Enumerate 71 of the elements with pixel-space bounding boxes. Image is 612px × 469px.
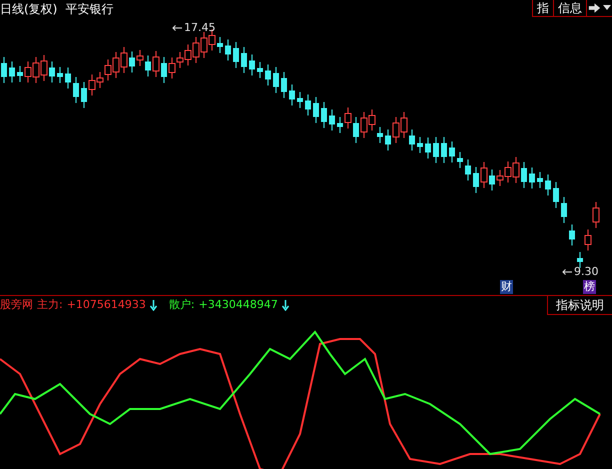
candlestick [417,136,423,154]
candlestick [281,72,287,98]
chart-period: 日线(复权) [0,1,58,18]
candlestick [73,76,79,104]
candlestick [449,141,455,163]
candlestick [65,67,71,89]
candlestick [457,152,463,168]
series-label: 散户: [168,296,195,313]
candlestick [249,54,255,76]
candlestick [480,162,488,188]
candlestick [241,46,247,74]
candlestick [385,129,391,151]
candlestick [225,39,231,61]
indicator-name: 股旁网 [0,296,33,313]
candlestick [489,169,495,191]
arrow-down-icon [150,300,157,310]
info-badge[interactable]: 榜 [583,280,596,294]
candlestick [313,96,319,124]
arrow-down-icon [282,300,289,310]
candlestick [81,82,87,108]
candlestick [329,109,335,131]
candlestick [57,66,63,84]
high-price-label: 17.45 [184,20,216,36]
candlestick [473,166,479,194]
pointer-arrow-icon [172,25,182,32]
candlestick [297,92,303,108]
pointer-arrow-icon [562,269,572,276]
candlestick [289,84,295,106]
candlestick [273,66,279,94]
info-badge[interactable]: 财 [500,280,513,294]
candlestick [425,137,431,159]
candlestick [257,62,263,78]
candlestick [465,159,471,181]
series-label: 主力: [37,296,63,313]
candlestick [553,182,559,208]
candlestick [136,50,144,66]
candlestick [537,172,543,188]
candlestick [521,162,527,188]
toolbar-tab[interactable]: 指 [532,0,553,16]
candlestick [265,64,271,86]
candlestick [217,36,223,54]
candlestick [545,174,551,196]
candlestick [49,61,55,83]
candlestick [529,167,535,189]
candlestick [561,196,567,224]
candlestick [1,56,7,84]
candlestick [145,55,151,77]
candlestick [577,252,583,268]
candlestick [569,224,575,246]
candlestick [337,116,343,134]
candlestick [161,56,167,84]
candlestick [17,66,23,82]
candlestick [129,51,135,73]
candlestick [441,136,447,164]
stock-name: 平安银行 [65,1,114,18]
candlestick [233,42,239,68]
arrow-right-icon[interactable] [586,0,602,16]
candlestick [344,107,352,129]
toolbar-tab[interactable]: 信息 [553,0,586,16]
candlestick [305,94,311,116]
candlestick [433,136,439,164]
low-price-label: 9.30 [574,264,598,280]
candlestick [152,50,160,78]
candlestick [9,61,15,83]
candlestick [409,129,415,151]
candlestick [353,116,359,144]
series-value: +1075614933 [66,296,146,313]
indicator-help-button[interactable]: 指标说明 [547,295,612,315]
candlestick [377,126,383,144]
series-value: +3430448947 [198,296,278,313]
candlestick [321,102,327,128]
